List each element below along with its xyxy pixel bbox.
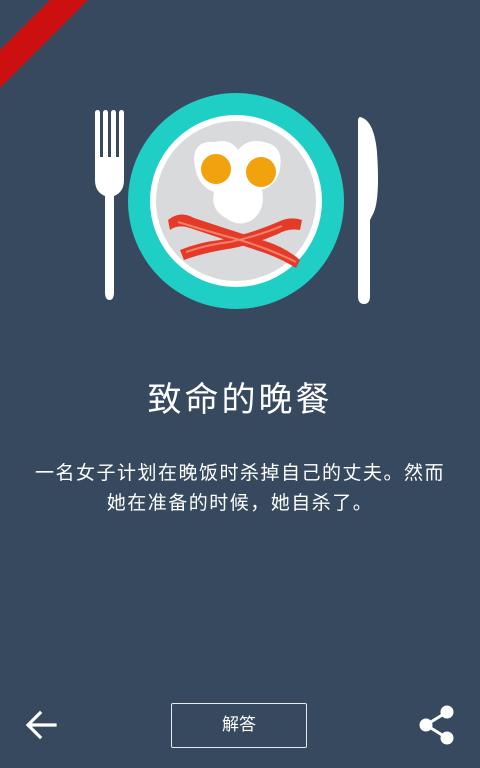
puzzle-description: 一名女子计划在晚饭时杀掉自己的丈夫。然而 她在准备的时候，她自杀了。 (22, 458, 458, 518)
knife-icon (358, 117, 378, 304)
share-icon[interactable] (416, 704, 458, 746)
puzzle-title: 致命的晚餐 (147, 380, 333, 420)
puzzle-description-line: 她在准备的时候，她自杀了。 (106, 492, 374, 514)
arrow-left-icon[interactable] (22, 705, 62, 745)
corner-ribbon (0, 0, 88, 88)
fork-icon (95, 110, 124, 300)
puzzle-description-line: 一名女子计划在晚饭时杀掉自己的丈夫。然而 (34, 462, 445, 484)
answer-button[interactable]: 解答 (171, 703, 307, 748)
bottom-toolbar: 解答 (0, 690, 480, 768)
riddle-screen: 致命的晚餐 一名女子计划在晚饭时杀掉自己的丈夫。然而 她在准备的时候，她自杀了。… (0, 0, 480, 768)
dinner-illustration (95, 93, 378, 309)
